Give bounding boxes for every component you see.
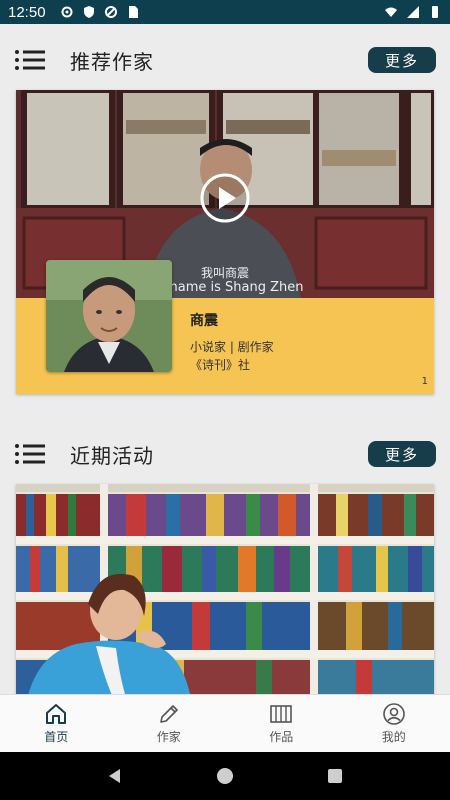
- nav-label-home: 首页: [44, 730, 69, 744]
- home-content[interactable]: 推荐作家 更多 我叫商震 My name is Shang Zhen 商震 小说…: [0, 24, 450, 694]
- battery-icon: [432, 6, 438, 18]
- shield-icon: [83, 6, 94, 18]
- sim-card-icon: [128, 6, 138, 18]
- list-menu-icon[interactable]: [14, 48, 46, 72]
- system-navigation-bar: [0, 752, 450, 800]
- nav-home[interactable]: 首页: [0, 695, 113, 752]
- writers-section-header: 推荐作家 更多: [0, 40, 450, 80]
- carousel-page-index: 1: [421, 376, 428, 387]
- settings-icon: [61, 6, 73, 18]
- home-icon: [46, 704, 67, 724]
- nav-label-works: 作品: [269, 730, 294, 744]
- nav-profile[interactable]: 我的: [338, 695, 450, 752]
- writer-organization: 《诗刊》社: [190, 358, 251, 372]
- pencil-icon: [159, 705, 178, 723]
- user-icon: [382, 703, 405, 725]
- status-time: 12:50: [8, 3, 46, 21]
- event-card[interactable]: [16, 484, 434, 694]
- writer-avatar[interactable]: [46, 260, 172, 372]
- events-more-button[interactable]: 更多: [368, 441, 436, 467]
- back-icon[interactable]: [105, 766, 125, 786]
- recents-icon[interactable]: [325, 766, 345, 786]
- play-icon[interactable]: [199, 172, 251, 224]
- writer-card[interactable]: 我叫商震 My name is Shang Zhen 商震 小说家 | 剧作家 …: [16, 90, 434, 394]
- writer-roles: 小说家 | 剧作家: [190, 340, 274, 354]
- nav-label-writers: 作家: [156, 730, 181, 744]
- writer-name: 商震: [190, 313, 218, 329]
- status-bar: 12:50: [0, 0, 450, 24]
- nav-writers[interactable]: 作家: [113, 695, 226, 752]
- list-menu-icon[interactable]: [14, 442, 46, 466]
- section-title-writers: 推荐作家: [70, 49, 154, 74]
- nav-works[interactable]: 作品: [225, 695, 338, 752]
- section-title-events: 近期活动: [70, 443, 154, 468]
- books-icon: [270, 705, 293, 723]
- sync-icon: [104, 6, 117, 18]
- signal-icon: [407, 6, 419, 18]
- wifi-icon: [385, 7, 397, 17]
- home-button-icon[interactable]: [215, 766, 235, 786]
- library-image: [16, 484, 434, 694]
- writers-more-button[interactable]: 更多: [368, 47, 436, 73]
- events-section-header: 近期活动 更多: [0, 434, 450, 474]
- bottom-navigation: 首页 作家 作品 我的: [0, 694, 450, 752]
- nav-label-profile: 我的: [381, 730, 406, 744]
